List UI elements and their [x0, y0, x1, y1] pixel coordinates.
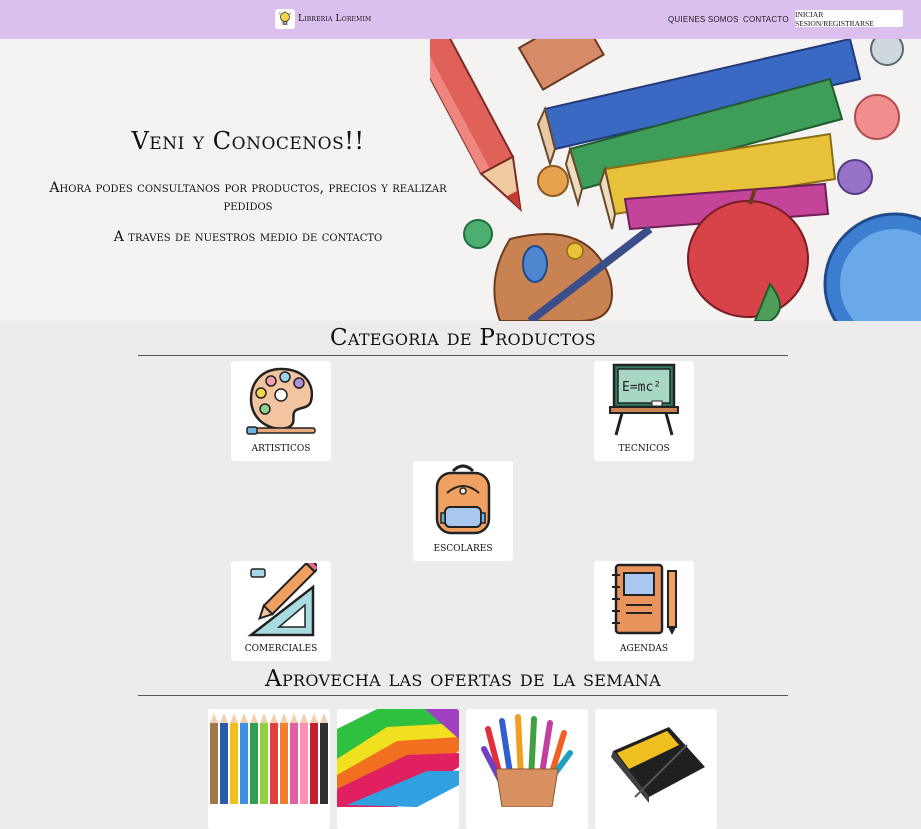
offer-card-colored-folders[interactable] — [337, 709, 459, 829]
palette-icon — [246, 367, 316, 435]
school-supplies-illustration — [430, 39, 921, 321]
markers-image — [466, 709, 588, 808]
category-card-artisticos[interactable]: ARTISTICOS — [231, 361, 331, 461]
nav-link-quienes-somos[interactable]: QUIENES SOMOS — [668, 15, 739, 24]
category-card-tecnicos[interactable]: E=mc² TECNICOS — [594, 361, 694, 461]
category-label: ARTISTICOS — [251, 444, 311, 454]
black-notebook-image — [595, 709, 717, 807]
offer-card-colored-pencils[interactable] — [208, 709, 330, 829]
offers-divider — [138, 695, 788, 696]
category-label: TECNICOS — [618, 444, 670, 454]
category-card-comerciales[interactable]: COMERCIALES — [231, 561, 331, 661]
colored-folders-image — [337, 709, 459, 807]
category-card-escolares[interactable]: ESCOLARES — [413, 461, 513, 561]
offer-card-markers[interactable] — [466, 709, 588, 829]
categories-divider — [138, 355, 788, 356]
backpack-icon — [435, 464, 491, 535]
top-navbar: Libreria Loremim QUIENES SOMOS CONTACTO … — [0, 0, 921, 39]
nav-link-contacto[interactable]: CONTACTO — [743, 15, 789, 24]
notebook-icon — [612, 563, 677, 635]
offer-card-black-notebook[interactable] — [595, 709, 717, 829]
brand[interactable]: Libreria Loremim — [275, 9, 371, 29]
hero-subtitle-2: A traves de nuestros medio de contacto — [113, 229, 383, 245]
colored-pencils-image — [208, 709, 330, 804]
blackboard-icon: E=mc² — [609, 363, 679, 436]
category-label: AGENDAS — [619, 644, 668, 654]
category-card-agendas[interactable]: AGENDAS — [594, 561, 694, 661]
hero-title: Veni y Conocenos!! — [131, 127, 365, 155]
svg-text:E=mc²: E=mc² — [622, 380, 661, 395]
brand-name: Libreria Loremim — [298, 14, 372, 24]
login-register-button[interactable]: INICIAR SESION/REGISTRARSE — [795, 10, 903, 28]
lightbulb-icon — [275, 9, 295, 29]
hero-subtitle: Ahora podes consultanos por productos, p… — [49, 180, 447, 214]
hero-banner: Veni y Conocenos!! Ahora podes consultan… — [0, 39, 921, 321]
categories-title: Categoria de Productos — [329, 325, 597, 351]
category-label: ESCOLARES — [433, 544, 493, 554]
ruler-pencil-icon — [247, 563, 317, 637]
offers-title: Aprovecha las ofertas de la semana — [265, 666, 661, 692]
category-label: COMERCIALES — [244, 644, 318, 654]
